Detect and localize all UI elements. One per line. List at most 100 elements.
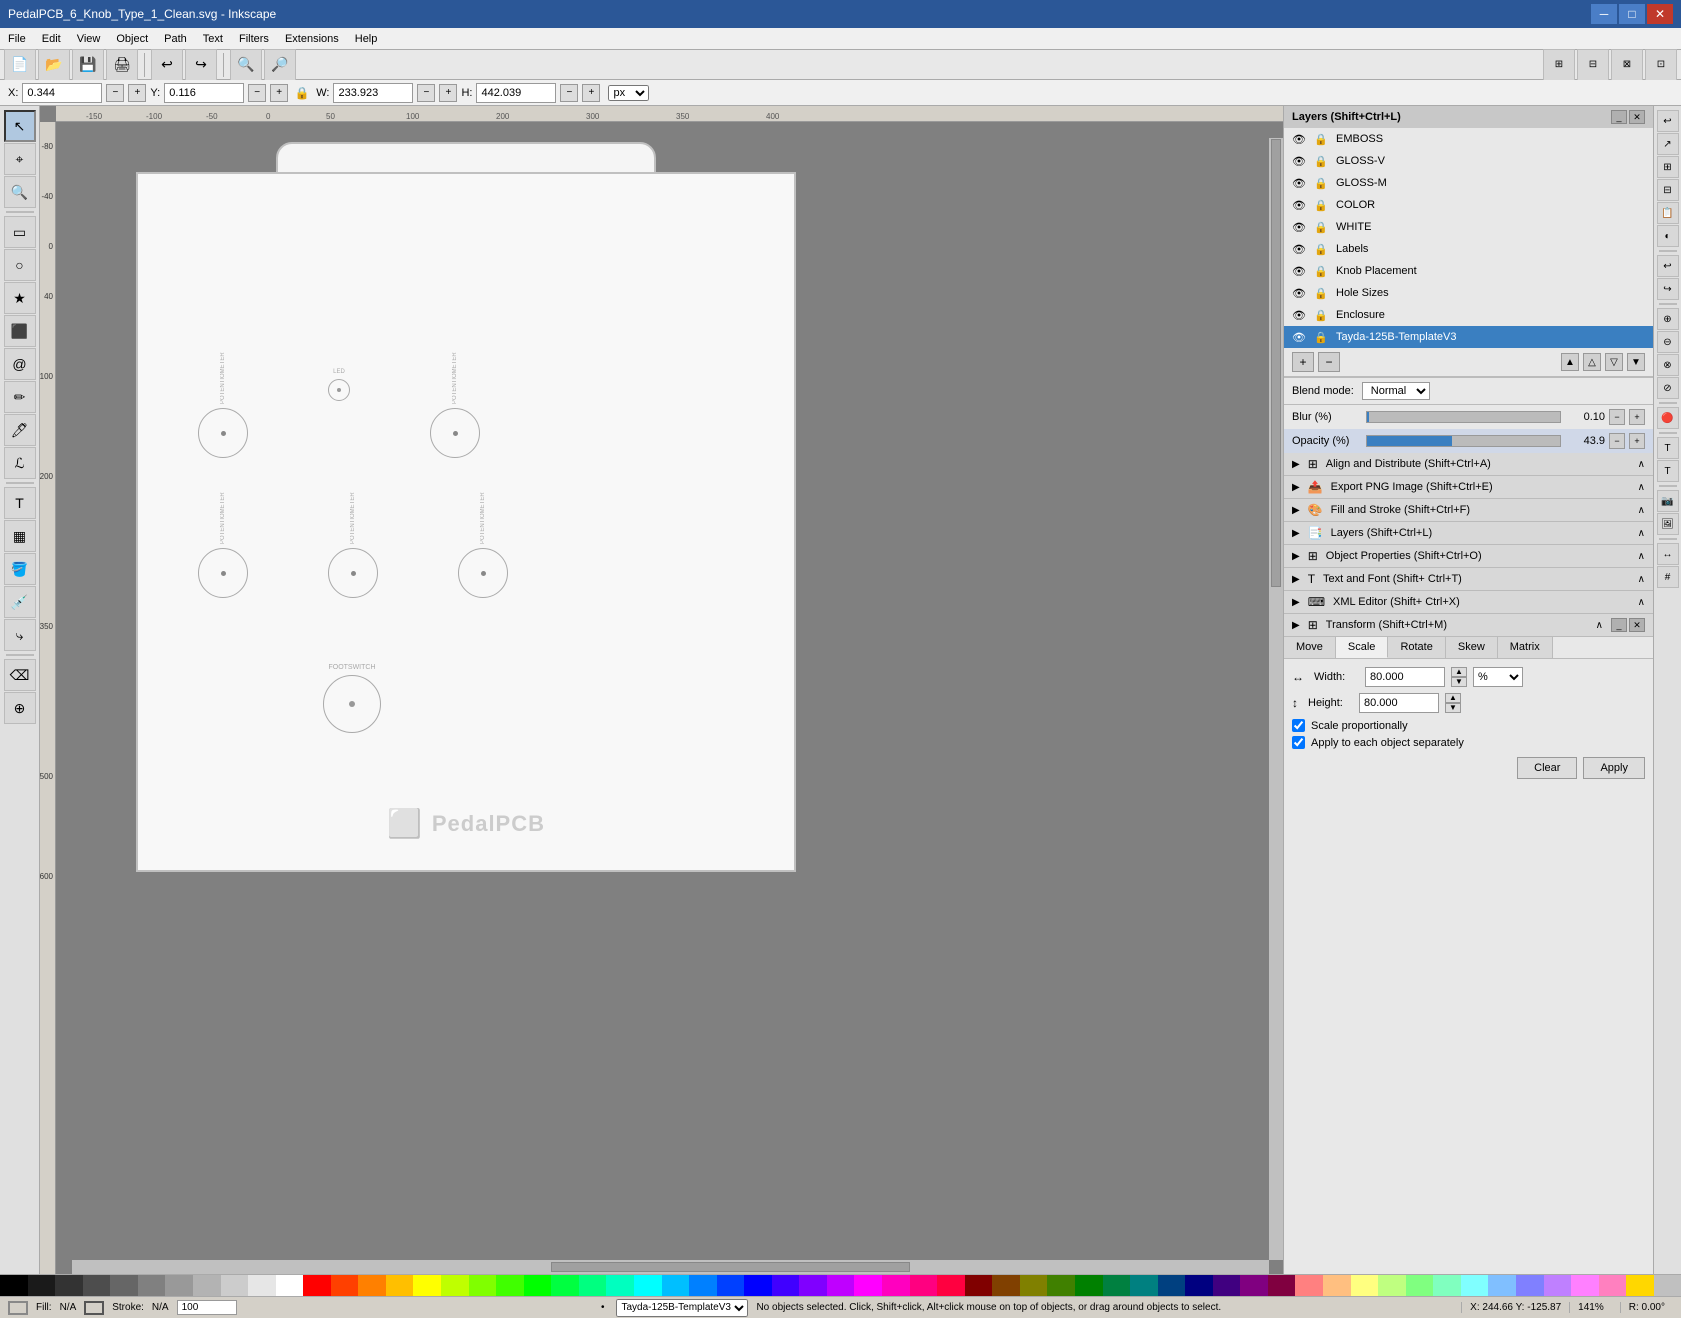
layer-eye-9[interactable]: 👁 bbox=[1292, 331, 1308, 344]
palette-swatch-4[interactable] bbox=[110, 1275, 138, 1297]
rt-btn-5[interactable]: 📋 bbox=[1657, 202, 1679, 224]
palette-swatch-36[interactable] bbox=[992, 1275, 1020, 1297]
pen-tool[interactable]: 🖊 bbox=[4, 414, 36, 446]
palette-swatch-12[interactable] bbox=[331, 1275, 359, 1297]
node-tool[interactable]: ⌖ bbox=[4, 143, 36, 175]
clear-button[interactable]: Clear bbox=[1517, 757, 1577, 779]
y-dec-btn[interactable]: − bbox=[248, 84, 266, 102]
width-unit-select[interactable]: %pxmm bbox=[1473, 667, 1523, 687]
rt-btn-3[interactable]: ⊞ bbox=[1657, 156, 1679, 178]
palette-swatch-37[interactable] bbox=[1020, 1275, 1048, 1297]
menu-item-object[interactable]: Object bbox=[108, 31, 156, 47]
text-tool[interactable]: T bbox=[4, 487, 36, 519]
layer-lock-1[interactable]: 🔒 bbox=[1314, 155, 1330, 168]
palette-swatch-20[interactable] bbox=[551, 1275, 579, 1297]
h-inc-btn[interactable]: + bbox=[582, 84, 600, 102]
new-btn[interactable]: 📄 bbox=[4, 49, 36, 81]
layer-row-hole-sizes[interactable]: 👁 🔒 Hole Sizes bbox=[1284, 282, 1653, 304]
layer-lock-0[interactable]: 🔒 bbox=[1314, 133, 1330, 146]
opacity-track[interactable] bbox=[1366, 435, 1561, 447]
menu-item-filters[interactable]: Filters bbox=[231, 31, 277, 47]
palette-swatch-48[interactable] bbox=[1323, 1275, 1351, 1297]
palette-swatch-46[interactable] bbox=[1268, 1275, 1296, 1297]
blend-mode-select[interactable]: Normal Multiply Screen Overlay bbox=[1362, 382, 1430, 400]
vertical-scrollbar[interactable] bbox=[1269, 138, 1283, 1260]
palette-swatch-19[interactable] bbox=[524, 1275, 552, 1297]
select-tool[interactable]: ↖ bbox=[4, 110, 36, 142]
layer-eye-6[interactable]: 👁 bbox=[1292, 265, 1308, 278]
layer-row-knob-placement[interactable]: 👁 🔒 Knob Placement bbox=[1284, 260, 1653, 282]
layer-row-emboss[interactable]: 👁 🔒 EMBOSS bbox=[1284, 128, 1653, 150]
palette-swatch-50[interactable] bbox=[1378, 1275, 1406, 1297]
height-dec-btn[interactable]: ▼ bbox=[1445, 703, 1461, 713]
palette-swatch-30[interactable] bbox=[827, 1275, 855, 1297]
palette-swatch-10[interactable] bbox=[276, 1275, 304, 1297]
palette-swatch-8[interactable] bbox=[221, 1275, 249, 1297]
x-inc-btn[interactable]: + bbox=[128, 84, 146, 102]
palette-swatch-56[interactable] bbox=[1544, 1275, 1572, 1297]
menu-item-extensions[interactable]: Extensions bbox=[277, 31, 347, 47]
palette-swatch-33[interactable] bbox=[910, 1275, 938, 1297]
object-props-header[interactable]: ▶ ⊞ Object Properties (Shift+Ctrl+O) ∧ bbox=[1284, 545, 1653, 568]
layers-panel-close-btn[interactable]: ✕ bbox=[1629, 110, 1645, 124]
h-input[interactable] bbox=[476, 83, 556, 103]
save-btn[interactable]: 💾 bbox=[72, 49, 104, 81]
palette-swatch-27[interactable] bbox=[744, 1275, 772, 1297]
layer-eye-7[interactable]: 👁 bbox=[1292, 287, 1308, 300]
pencil-tool[interactable]: ✏ bbox=[4, 381, 36, 413]
palette-swatch-24[interactable] bbox=[662, 1275, 690, 1297]
menu-item-help[interactable]: Help bbox=[347, 31, 386, 47]
rect-tool[interactable]: ▭ bbox=[4, 216, 36, 248]
palette-swatch-14[interactable] bbox=[386, 1275, 414, 1297]
rt-btn-7[interactable]: ↩ bbox=[1657, 255, 1679, 277]
align-distribute-header[interactable]: ▶ ⊞ Align and Distribute (Shift+Ctrl+A) … bbox=[1284, 453, 1653, 476]
transform-tab-rotate[interactable]: Rotate bbox=[1388, 637, 1445, 658]
star-tool[interactable]: ★ bbox=[4, 282, 36, 314]
blur-dec-btn[interactable]: − bbox=[1609, 409, 1625, 425]
text-font-header[interactable]: ▶ T Text and Font (Shift+ Ctrl+T) ∧ bbox=[1284, 568, 1653, 591]
palette-swatch-42[interactable] bbox=[1158, 1275, 1186, 1297]
palette-swatch-17[interactable] bbox=[469, 1275, 497, 1297]
rt-btn-10[interactable]: ⊖ bbox=[1657, 331, 1679, 353]
h-dec-btn[interactable]: − bbox=[560, 84, 578, 102]
w-dec-btn[interactable]: − bbox=[417, 84, 435, 102]
rt-btn-13[interactable]: 🔴 bbox=[1657, 407, 1679, 429]
palette-swatch-55[interactable] bbox=[1516, 1275, 1544, 1297]
layer-eye-3[interactable]: 👁 bbox=[1292, 199, 1308, 212]
menu-item-path[interactable]: Path bbox=[156, 31, 195, 47]
y-input[interactable] bbox=[164, 83, 244, 103]
palette-swatch-2[interactable] bbox=[55, 1275, 83, 1297]
palette-swatch-35[interactable] bbox=[965, 1275, 993, 1297]
palette-swatch-60[interactable] bbox=[1654, 1275, 1681, 1297]
open-btn[interactable]: 📂 bbox=[38, 49, 70, 81]
calligraphy-tool[interactable]: ℒ bbox=[4, 447, 36, 479]
maximize-button[interactable]: □ bbox=[1619, 4, 1645, 24]
w-inc-btn[interactable]: + bbox=[439, 84, 457, 102]
xml-editor-header[interactable]: ▶ ⌨ XML Editor (Shift+ Ctrl+X) ∧ bbox=[1284, 591, 1653, 614]
fill-stroke-header[interactable]: ▶ 🎨 Fill and Stroke (Shift+Ctrl+F) ∧ bbox=[1284, 499, 1653, 522]
palette-swatch-51[interactable] bbox=[1406, 1275, 1434, 1297]
rt-btn-4[interactable]: ⊟ bbox=[1657, 179, 1679, 201]
layer-up2-btn[interactable]: △ bbox=[1583, 353, 1601, 371]
layer-row-color[interactable]: 👁 🔒 COLOR bbox=[1284, 194, 1653, 216]
rt-btn-9[interactable]: ⊕ bbox=[1657, 308, 1679, 330]
palette-swatch-32[interactable] bbox=[882, 1275, 910, 1297]
layer-row-white[interactable]: 👁 🔒 WHITE bbox=[1284, 216, 1653, 238]
minimize-button[interactable]: ─ bbox=[1591, 4, 1617, 24]
layers-panel-min-btn[interactable]: _ bbox=[1611, 110, 1627, 124]
palette-swatch-45[interactable] bbox=[1240, 1275, 1268, 1297]
palette-swatch-40[interactable] bbox=[1103, 1275, 1131, 1297]
menu-item-edit[interactable]: Edit bbox=[34, 31, 69, 47]
width-dec-btn[interactable]: ▼ bbox=[1451, 677, 1467, 687]
rt-btn-14[interactable]: T bbox=[1657, 437, 1679, 459]
layer-lock-9[interactable]: 🔒 bbox=[1314, 331, 1330, 344]
palette-swatch-1[interactable] bbox=[28, 1275, 56, 1297]
palette-swatch-9[interactable] bbox=[248, 1275, 276, 1297]
layer-lock-2[interactable]: 🔒 bbox=[1314, 177, 1330, 190]
width-inc-btn[interactable]: ▲ bbox=[1451, 667, 1467, 677]
remove-layer-btn[interactable]: − bbox=[1318, 352, 1340, 372]
x-input[interactable] bbox=[22, 83, 102, 103]
height-input[interactable] bbox=[1359, 693, 1439, 713]
layer-row-labels[interactable]: 👁 🔒 Labels bbox=[1284, 238, 1653, 260]
layer-row-tayda-125b-templatev3[interactable]: 👁 🔒 Tayda-125B-TemplateV3 bbox=[1284, 326, 1653, 348]
